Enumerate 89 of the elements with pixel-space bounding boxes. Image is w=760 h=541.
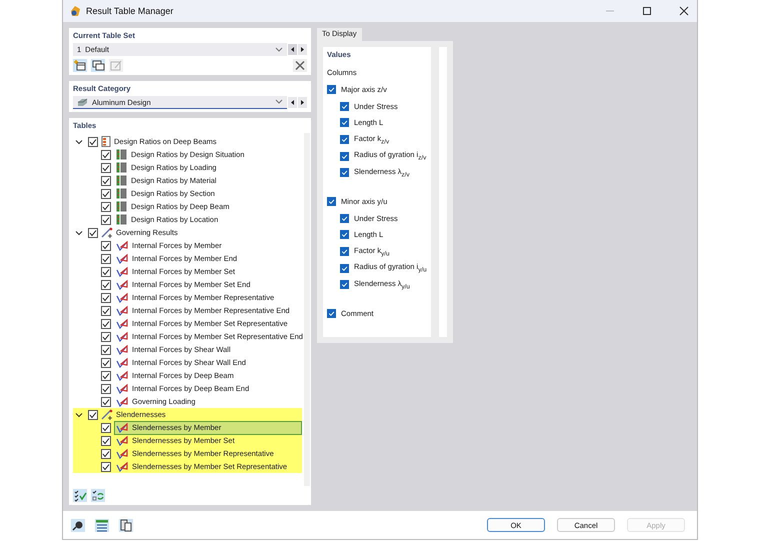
checkbox[interactable] <box>101 436 111 446</box>
checkbox[interactable] <box>101 150 111 160</box>
close-icon[interactable] <box>679 6 689 16</box>
checkbox[interactable] <box>101 396 111 406</box>
number-format-icon[interactable] <box>95 518 109 532</box>
expand-chevron-icon[interactable] <box>75 138 83 146</box>
force-diagram-icon <box>116 240 128 251</box>
force-diagram-icon <box>116 292 128 303</box>
checkbox[interactable] <box>88 228 98 238</box>
expand-chevron-icon[interactable] <box>75 228 83 236</box>
checkbox[interactable] <box>101 462 111 472</box>
force-diagram-icon <box>116 448 128 459</box>
window-title: Result Table Manager <box>86 6 174 16</box>
force-diagram-icon <box>116 331 128 342</box>
checkbox[interactable] <box>101 422 111 432</box>
bar-chart-icon <box>116 188 127 199</box>
checkbox[interactable] <box>101 370 111 380</box>
checkbox[interactable] <box>101 448 111 458</box>
checkbox[interactable] <box>340 230 349 240</box>
force-diagram-icon <box>116 305 128 316</box>
checkbox[interactable] <box>101 280 111 290</box>
next-button[interactable] <box>298 44 307 55</box>
beam-icon <box>77 98 88 106</box>
next-button[interactable] <box>298 97 307 108</box>
bar-chart-icon <box>116 175 127 186</box>
checkbox[interactable] <box>327 309 336 318</box>
force-diagram-icon <box>116 370 128 381</box>
maximize-icon[interactable] <box>642 6 652 16</box>
check-all-icon[interactable] <box>73 489 87 502</box>
checkbox[interactable] <box>101 332 111 342</box>
checkbox[interactable] <box>101 240 111 250</box>
checkbox[interactable] <box>101 384 111 394</box>
checkbox[interactable] <box>101 292 111 302</box>
force-diagram-icon <box>116 266 128 277</box>
chevron-icon <box>275 99 283 105</box>
table-icon <box>101 136 111 147</box>
checkbox[interactable] <box>101 254 111 264</box>
checkbox[interactable] <box>101 162 111 172</box>
search-icon[interactable] <box>71 518 85 532</box>
delete-icon[interactable] <box>293 59 307 72</box>
force-diagram-icon <box>116 396 128 407</box>
bar-chart-icon <box>116 149 127 160</box>
app-icon <box>69 5 81 17</box>
checkbox[interactable] <box>340 118 349 128</box>
force-diagram-icon <box>116 344 128 355</box>
checkbox[interactable] <box>340 214 349 223</box>
bar-chart-icon <box>116 162 127 173</box>
force-diagram-icon <box>116 383 128 394</box>
force-diagram-icon <box>116 253 128 264</box>
expand-chevron-icon[interactable] <box>75 410 83 418</box>
checkbox[interactable] <box>88 410 98 420</box>
checkbox[interactable] <box>101 306 111 316</box>
force-diagram-icon <box>116 318 128 329</box>
copy-table-set-icon[interactable] <box>91 59 105 72</box>
checkbox[interactable] <box>101 266 111 276</box>
checkbox[interactable] <box>101 176 111 186</box>
previous-button[interactable] <box>288 97 297 108</box>
checkbox[interactable] <box>340 134 349 144</box>
checkbox[interactable] <box>88 136 98 146</box>
toggle-selection-icon[interactable] <box>91 489 105 502</box>
checkbox[interactable] <box>101 318 111 328</box>
diagonal-line-icon <box>101 409 113 420</box>
new-table-set-icon[interactable] <box>73 59 87 72</box>
checkbox[interactable] <box>101 202 111 212</box>
checkbox[interactable] <box>340 102 349 111</box>
scrollbar[interactable] <box>304 133 310 486</box>
force-diagram-icon <box>116 461 128 472</box>
chevron-icon <box>275 46 283 52</box>
bar-chart-icon <box>116 214 127 225</box>
checkbox[interactable] <box>327 196 336 206</box>
checkbox[interactable] <box>101 344 111 354</box>
force-diagram-icon <box>116 422 128 433</box>
checkbox[interactable] <box>101 188 111 198</box>
checkbox[interactable] <box>340 168 349 178</box>
checkbox[interactable] <box>340 152 349 161</box>
checkbox[interactable] <box>101 214 111 224</box>
bar-chart-icon <box>116 201 127 212</box>
force-diagram-icon <box>116 357 128 368</box>
copy-icon[interactable] <box>119 518 133 532</box>
diagonal-line-icon <box>101 227 113 238</box>
rename-icon <box>109 59 123 72</box>
checkbox[interactable] <box>340 280 349 290</box>
previous-button[interactable] <box>288 44 297 55</box>
force-diagram-icon <box>116 435 128 446</box>
checkbox[interactable] <box>101 358 111 368</box>
checkbox[interactable] <box>340 264 349 273</box>
checkbox[interactable] <box>327 84 336 94</box>
force-diagram-icon <box>116 279 128 290</box>
checkbox[interactable] <box>340 247 349 256</box>
